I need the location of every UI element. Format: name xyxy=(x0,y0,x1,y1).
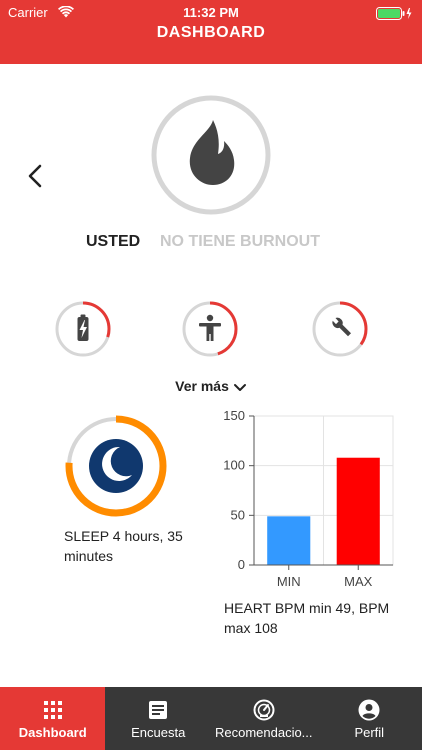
ver-mas-link[interactable]: Ver más xyxy=(0,378,422,394)
chart-caption: HEART BPM min 49, BPM max 108 xyxy=(224,600,390,636)
chart-x-tick-label: MAX xyxy=(344,574,373,589)
tab-perfil-label: Perfil xyxy=(354,725,385,740)
moon-icon xyxy=(89,439,143,493)
header: Carrier 11:32 PM DASHBOARD xyxy=(0,0,422,64)
chart-y-tick-label: 0 xyxy=(238,557,245,572)
wrench-icon xyxy=(332,317,351,337)
tab-recomendaciones-label: Recomendacio... xyxy=(214,725,313,740)
tab-bar: Dashboard Encuesta Recomendacio... Perfi… xyxy=(0,687,422,750)
battery-icon xyxy=(77,314,89,341)
chart-y-tick-label: 100 xyxy=(223,458,245,473)
heart-bpm-chart: 0 50 100 150 MIN MAX xyxy=(223,408,394,589)
ver-mas-label: Ver más xyxy=(175,378,229,394)
chart-y-tick-label: 150 xyxy=(223,408,245,423)
gauge-icon xyxy=(253,699,275,721)
burnout-status-label: NO TIENE BURNOUT xyxy=(160,233,320,250)
sleep-label: SLEEP 4 hours, 35 minutes xyxy=(64,528,183,564)
battery-metric[interactable] xyxy=(54,300,112,358)
usted-label: USTED xyxy=(86,233,141,250)
back-chevron-icon[interactable] xyxy=(22,160,50,192)
burnout-status: USTED NO TIENE BURNOUT xyxy=(0,233,422,253)
document-icon xyxy=(149,701,168,719)
tab-encuesta[interactable]: Encuesta xyxy=(105,687,210,750)
body-metric-ring xyxy=(182,301,238,357)
chart-bar-max xyxy=(336,457,380,565)
profile-icon xyxy=(358,699,380,721)
sleep-ring xyxy=(65,415,167,517)
tab-dashboard-label: Dashboard xyxy=(18,725,87,740)
body-metric[interactable] xyxy=(181,300,239,358)
tab-encuesta-label: Encuesta xyxy=(131,725,186,740)
clock: 11:32 PM xyxy=(183,5,239,20)
tools-metric[interactable] xyxy=(311,300,369,358)
person-icon xyxy=(199,314,221,341)
grid-icon xyxy=(43,701,62,719)
battery-status-icon xyxy=(376,7,412,20)
chart-y-tick-label: 50 xyxy=(231,507,245,522)
battery-metric-ring xyxy=(55,301,111,357)
chart-bar-min xyxy=(267,516,311,565)
chevron-down-icon xyxy=(233,384,246,391)
tab-recomendaciones[interactable]: Recomendacio... xyxy=(211,687,317,750)
burnout-status-ring xyxy=(151,95,271,215)
tab-perfil[interactable]: Perfil xyxy=(317,687,422,750)
page-title: DASHBOARD xyxy=(156,24,266,41)
tab-dashboard[interactable]: Dashboard xyxy=(0,687,106,750)
chart-x-tick-label: MIN xyxy=(277,574,301,589)
status-bar: Carrier 11:32 PM xyxy=(0,4,422,22)
app: Carrier 11:32 PM DASHBOARD USTED NO TIEN… xyxy=(0,0,422,750)
tools-metric-ring xyxy=(312,301,368,357)
